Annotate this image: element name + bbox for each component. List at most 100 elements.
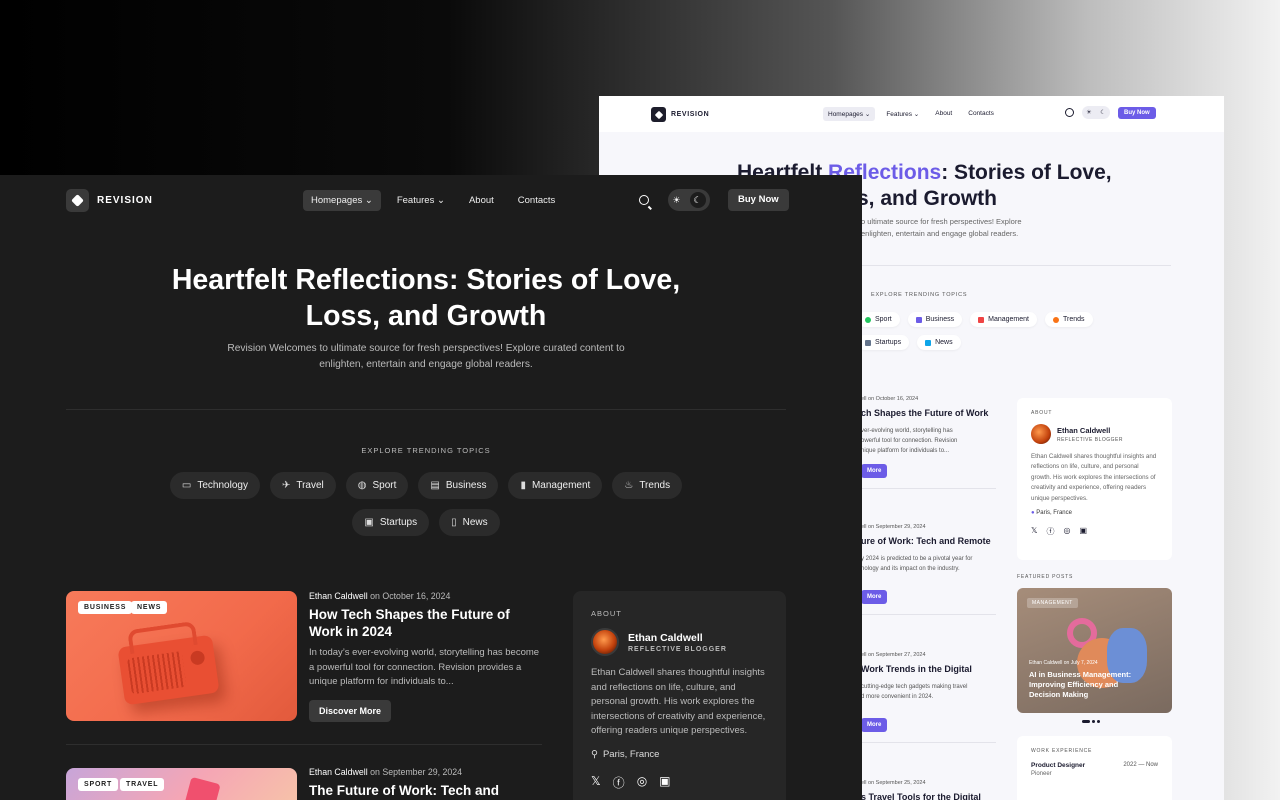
presentation-icon: ▣ — [364, 517, 374, 528]
light-topic-startups[interactable]: Startups — [857, 335, 910, 350]
document-icon: ▯ — [451, 517, 457, 528]
featured-title[interactable]: AI in Business Management: Improving Eff… — [1029, 670, 1149, 700]
avatar[interactable] — [591, 628, 619, 656]
author-role: REFLECTIVE BLOGGER — [1057, 436, 1123, 443]
tag-business[interactable]: BUSINESS — [78, 601, 133, 614]
author-name[interactable]: Ethan Caldwell — [628, 632, 727, 644]
facebook-icon[interactable]: ⓕ — [613, 774, 625, 791]
buy-now-button[interactable]: Buy Now — [728, 189, 789, 211]
logo-icon — [66, 189, 89, 212]
location-pin-icon: ⚲ — [591, 748, 598, 760]
light-menu-about[interactable]: About — [930, 107, 957, 121]
light-about-card: ABOUT Ethan Caldwell REFLECTIVE BLOGGER … — [1017, 398, 1172, 560]
discover-more-button[interactable]: More — [861, 464, 888, 478]
instagram-icon[interactable]: ◎ — [1063, 526, 1070, 537]
author-location: ● Paris, France — [1031, 510, 1072, 517]
topic-travel[interactable]: ✈ Travel — [269, 472, 336, 499]
x-icon[interactable]: 𝕏 — [1031, 526, 1037, 537]
sun-icon: ☀ — [672, 194, 681, 205]
light-topic-news[interactable]: News — [917, 335, 961, 350]
light-buy-now-button[interactable]: Buy Now — [1118, 106, 1156, 119]
facebook-icon[interactable]: ⓕ — [1046, 526, 1054, 537]
post-card: Ethan Caldwell on October 16, 2024 How T… — [309, 591, 544, 722]
divider — [66, 409, 786, 410]
topic-business[interactable]: ▤ Business — [418, 472, 499, 499]
discover-more-button[interactable]: More — [861, 718, 888, 732]
light-topic-business[interactable]: Business — [907, 312, 963, 327]
tag-news[interactable]: NEWS — [131, 601, 168, 614]
light-post[interactable]: ell on September 27, 2024 Work Trends in… — [861, 652, 996, 743]
author-name[interactable]: Ethan Caldwell — [1057, 426, 1123, 435]
linkedin-icon[interactable]: ▣ — [1079, 526, 1087, 537]
topic-news[interactable]: ▯ News — [439, 509, 500, 536]
brand-name: REVISION — [97, 195, 153, 206]
linkedin-icon[interactable]: ▣ — [659, 774, 670, 791]
briefcase-icon — [915, 316, 922, 323]
post-thumbnail[interactable]: BUSINESS NEWS — [66, 591, 297, 721]
post-author[interactable]: Ethan Caldwell — [309, 591, 368, 601]
post-excerpt: In today’s ever-evolving world, storytel… — [309, 647, 540, 687]
light-topics-list: Sport Business Management Trends Startup… — [857, 312, 1137, 350]
light-menu-features[interactable]: Features ⌄ — [881, 107, 924, 121]
topic-sport[interactable]: ◍ Sport — [345, 472, 409, 499]
dark-theme-page: REVISION Homepages ⌄ Features ⌄ About Co… — [0, 175, 862, 800]
post-title[interactable]: How Tech Shapes the Future of Work in 20… — [309, 607, 544, 640]
carousel-dots[interactable] — [1082, 720, 1100, 723]
featured-heading: FEATURED POSTS — [1017, 574, 1074, 580]
theme-toggle[interactable]: ☀ ☾ — [1082, 106, 1110, 119]
plane-icon: ✈ — [281, 480, 291, 491]
topic-technology[interactable]: ▭ Technology — [169, 472, 260, 499]
divider — [861, 614, 996, 615]
presentation-icon — [865, 339, 871, 346]
light-subtitle: o ultimate source for fresh perspectives… — [861, 217, 1022, 238]
search-icon[interactable] — [1065, 108, 1074, 117]
light-post[interactable]: ell on September 29, 2024 ure of Work: T… — [861, 524, 996, 615]
light-menu: Homepages ⌄ Features ⌄ About Contacts — [823, 107, 999, 121]
post-thumbnail[interactable]: SPORT TRAVEL — [66, 768, 297, 800]
light-menu-homepages[interactable]: Homepages ⌄ — [823, 107, 876, 121]
menu-features[interactable]: Features ⌄ — [389, 190, 453, 211]
light-menu-contacts[interactable]: Contacts — [963, 107, 999, 121]
theme-toggle[interactable]: ☀ ☾ — [668, 189, 710, 211]
featured-tag[interactable]: MANAGEMENT — [1027, 598, 1078, 608]
menu-contacts[interactable]: Contacts — [510, 190, 564, 211]
light-topic-management[interactable]: Management — [970, 312, 1037, 327]
topics-heading: EXPLORE TRENDING TOPICS — [361, 446, 491, 455]
avatar[interactable] — [1031, 424, 1051, 444]
logo[interactable]: REVISION — [66, 189, 153, 212]
social-links: 𝕏 ⓕ ◎ ▣ — [591, 774, 768, 791]
discover-more-button[interactable]: More — [861, 590, 888, 604]
topic-management[interactable]: ▮ Management — [508, 472, 603, 499]
author-bio: Ethan Caldwell shares thoughtful insight… — [1031, 453, 1157, 502]
topic-startups[interactable]: ▣ Startups — [352, 509, 430, 536]
discover-more-button[interactable]: Discover More — [309, 699, 392, 722]
menu-homepages[interactable]: Homepages ⌄ — [303, 190, 381, 211]
ball-icon: ◍ — [357, 480, 367, 491]
sport-icon — [865, 316, 871, 323]
chevron-down-icon: ⌄ — [436, 195, 445, 206]
topic-trends[interactable]: ♨ Trends — [612, 472, 683, 499]
light-nav-actions: ☀ ☾ Buy Now — [1065, 106, 1156, 119]
instagram-icon[interactable]: ◎ — [637, 774, 647, 791]
menu-about[interactable]: About — [461, 190, 502, 211]
moon-icon: ☾ — [689, 192, 706, 208]
light-topic-sport[interactable]: Sport — [857, 312, 900, 327]
post-author[interactable]: Ethan Caldwell — [309, 767, 368, 777]
tag-sport[interactable]: SPORT — [78, 778, 119, 791]
search-icon[interactable] — [639, 195, 649, 205]
divider — [861, 742, 996, 743]
light-logo[interactable]: REVISION — [651, 107, 709, 122]
author-location: ⚲ Paris, France — [591, 748, 660, 760]
main-menu: Homepages ⌄ Features ⌄ About Contacts — [303, 190, 563, 211]
light-post[interactable]: ell on October 16, 2024 ch Shapes the Fu… — [861, 396, 996, 489]
post-meta: Ethan Caldwell on September 29, 2024 — [309, 767, 463, 777]
post-title[interactable]: The Future of Work: Tech and Remote — [309, 783, 544, 800]
chevron-down-icon: ⌄ — [364, 195, 373, 206]
tag-travel[interactable]: TRAVEL — [120, 778, 165, 791]
light-topic-trends[interactable]: Trends — [1045, 312, 1093, 327]
x-icon[interactable]: 𝕏 — [591, 774, 601, 791]
featured-post-card[interactable]: MANAGEMENT Ethan Caldwell on July 7, 202… — [1017, 588, 1172, 713]
location-pin-icon: ● — [1031, 510, 1035, 517]
light-post[interactable]: ell on September 25, 2024 s Travel Tools… — [861, 780, 996, 800]
page-subtitle: Revision Welcomes to ultimate source for… — [227, 343, 625, 370]
